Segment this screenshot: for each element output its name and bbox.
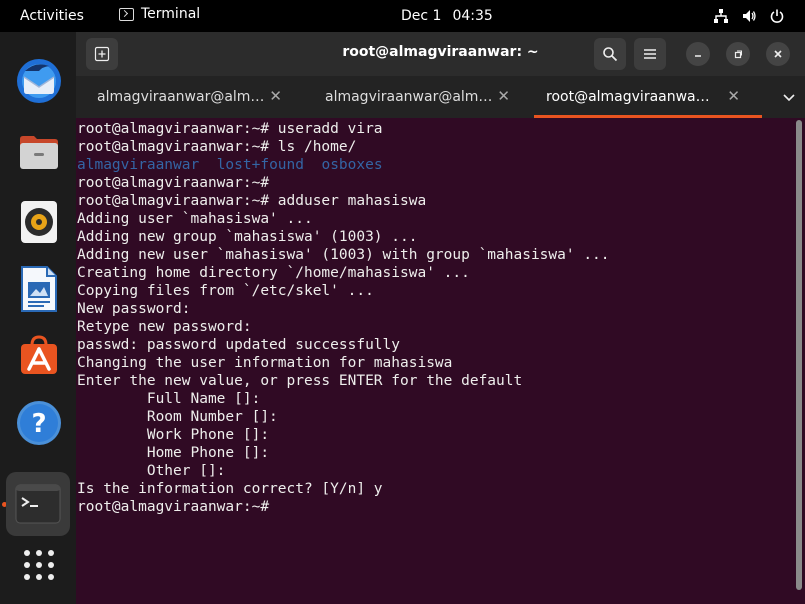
volume-icon (743, 10, 756, 22)
hamburger-icon (644, 49, 656, 59)
system-tray[interactable] (713, 8, 785, 24)
dock: ? (0, 32, 76, 604)
dock-rhythmbox[interactable] (14, 197, 64, 247)
dock-terminal[interactable] (6, 472, 70, 536)
terminal-output[interactable]: root@almagviraanwar:~# useradd vira root… (76, 118, 805, 604)
search-icon (603, 47, 618, 62)
terminal-line: root@almagviraanwar:~# ls /home/ (77, 139, 357, 155)
ubuntu-software-icon (21, 335, 57, 374)
tab-3-close-icon[interactable]: ✕ (727, 87, 740, 105)
maximize-button[interactable] (726, 42, 750, 66)
network-icon (714, 9, 728, 23)
close-button[interactable] (766, 42, 790, 66)
terminal-line: Adding new user `mahasiswa' (1003) with … (77, 247, 610, 263)
restore-icon (734, 50, 742, 59)
terminal-line: Copying files from `/etc/skel' ... (77, 283, 374, 299)
tab-2[interactable]: almagviraanwar@alm… ✕ (304, 76, 532, 118)
close-icon (774, 50, 782, 58)
tab-3[interactable]: root@almagviraanwa… ✕ (534, 76, 762, 118)
app-menu[interactable]: Terminal (119, 6, 200, 22)
terminal-line: root@almagviraanwar:~# (77, 175, 270, 191)
show-applications-icon (24, 550, 54, 580)
minimize-button[interactable] (686, 42, 710, 66)
files-icon (20, 136, 58, 169)
header-bar: root@almagviraanwar: ~ (76, 32, 805, 76)
svg-text:?: ? (31, 409, 46, 439)
terminal-line: Full Name []: (77, 391, 261, 407)
terminal-line: Work Phone []: (77, 427, 270, 443)
dock-files[interactable] (14, 127, 64, 177)
power-icon (770, 9, 784, 23)
dock-ubuntu-software[interactable] (14, 330, 64, 380)
terminal-icon (15, 484, 61, 524)
terminal-line: Enter the new value, or press ENTER for … (77, 373, 523, 389)
terminal-line: Changing the user information for mahasi… (77, 355, 453, 371)
terminal-line: Is the information correct? [Y/n] y (77, 481, 383, 497)
dir-entry: almagviraanwar (77, 157, 200, 173)
terminal-line: Home Phone []: (77, 445, 270, 461)
app-menu-label: Terminal (141, 6, 201, 22)
terminal-window: root@almagviraanwar: ~ almagviraanwar@al… (76, 32, 805, 604)
terminal-line: root@almagviraanwar:~# useradd vira (77, 121, 383, 137)
new-tab-icon (94, 46, 110, 62)
clock-date: Dec 1 (401, 8, 442, 24)
rhythmbox-icon (21, 201, 57, 243)
search-button[interactable] (594, 38, 626, 70)
tab-2-label: almagviraanwar@alm… (325, 89, 493, 105)
terminal-line: New password: (77, 301, 191, 317)
terminal-line: Creating home directory `/home/mahasiswa… (77, 265, 470, 281)
terminal-line: passwd: password updated successfully (77, 337, 401, 353)
activities-button[interactable]: Activities (20, 8, 84, 24)
clock[interactable]: Dec 1 04:35 (401, 8, 493, 24)
terminal-icon (119, 7, 134, 21)
tab-1-close-icon[interactable]: ✕ (269, 87, 282, 105)
chevron-down-icon[interactable] (781, 89, 797, 105)
writer-icon (21, 266, 57, 312)
terminal-line: Adding new group `mahasiswa' (1003) ... (77, 229, 418, 245)
minimize-icon (695, 55, 701, 57)
help-icon: ? (17, 401, 61, 445)
dock-help[interactable]: ? (14, 398, 64, 448)
dock-show-applications[interactable] (14, 540, 64, 590)
dir-entry: lost+found (216, 157, 304, 173)
terminal-line: Room Number []: (77, 409, 278, 425)
clock-time: 04:35 (452, 8, 493, 24)
tab-1-label: almagviraanwar@alm… (97, 89, 265, 105)
tab-2-close-icon[interactable]: ✕ (497, 87, 510, 105)
tab-1[interactable]: almagviraanwar@alm… ✕ (76, 76, 304, 118)
tab-3-label: root@almagviraanwa… (546, 89, 710, 105)
dock-libreoffice-writer[interactable] (14, 264, 64, 314)
scrollbar[interactable] (796, 120, 802, 590)
terminal-line: Adding user `mahasiswa' ... (77, 211, 313, 227)
dir-entry: osboxes (321, 157, 383, 173)
terminal-line: root@almagviraanwar:~# adduser mahasiswa (77, 193, 427, 209)
top-bar: Activities Terminal Dec 1 04:35 (0, 0, 805, 32)
tab-bar: almagviraanwar@alm… ✕ almagviraanwar@alm… (76, 76, 805, 118)
thunderbird-icon (17, 59, 61, 103)
dock-thunderbird[interactable] (14, 56, 64, 106)
new-tab-button[interactable] (86, 38, 118, 70)
terminal-line: Retype new password: (77, 319, 252, 335)
terminal-line: root@almagviraanwar:~# (77, 499, 270, 515)
terminal-line: Other []: (77, 463, 226, 479)
menu-button[interactable] (634, 38, 666, 70)
ls-output-line: almagviraanwar lost+found osboxes (77, 156, 383, 174)
